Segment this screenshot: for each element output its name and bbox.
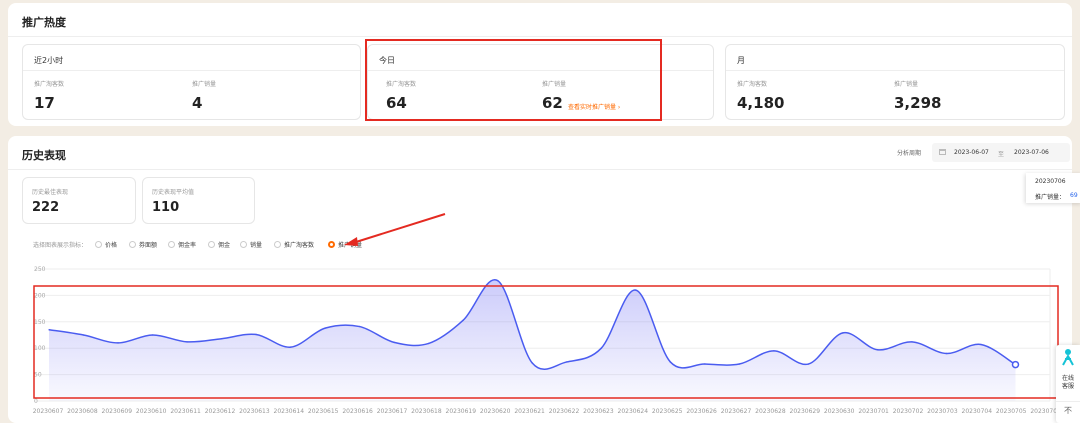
x-tick-label: 20230618 <box>411 408 442 415</box>
x-tick-label: 20230610 <box>136 408 167 415</box>
y-tick-label: 100 <box>34 345 46 352</box>
x-tick-label: 20230705 <box>996 408 1027 415</box>
x-axis: 20230607 20230608 20230609 20230610 20230611… <box>33 408 1061 415</box>
tooltip-date: 20230706 <box>1035 178 1066 185</box>
y-tick-label: 0 <box>34 398 38 405</box>
x-tick-label: 20230629 <box>790 408 821 415</box>
data-point <box>980 343 982 346</box>
x-tick-label: 20230614 <box>274 408 305 415</box>
x-tick-label: 20230607 <box>33 408 64 415</box>
data-point <box>738 363 741 365</box>
x-tick-label: 20230624 <box>618 408 649 415</box>
x-tick-label: 20230701 <box>858 408 889 415</box>
data-point <box>669 361 672 363</box>
data-point <box>876 348 879 351</box>
customer-service-widget[interactable]: 在线 客服 不 <box>1056 345 1080 423</box>
chart-tooltip: 20230706 推广销量： 69 <box>1026 173 1080 203</box>
data-point <box>289 346 292 348</box>
data-point <box>82 334 85 336</box>
x-tick-label: 20230617 <box>377 408 408 415</box>
x-tick-label: 20230616 <box>342 408 373 415</box>
data-point <box>186 341 188 343</box>
data-point <box>531 362 534 364</box>
float-text-service: 客服 <box>1061 383 1074 390</box>
data-point <box>117 342 119 344</box>
annotation-arrow-line <box>355 213 446 243</box>
x-tick-label: 20230615 <box>308 408 339 415</box>
data-point <box>220 337 223 340</box>
float-top-button[interactable]: 不 <box>1056 401 1080 416</box>
x-tick-label: 20230619 <box>446 408 477 415</box>
data-point <box>48 328 50 331</box>
x-tick-label: 20230623 <box>583 408 614 415</box>
customer-service-icon <box>1062 349 1074 366</box>
x-tick-label: 20230622 <box>549 408 580 415</box>
x-tick-label: 20230612 <box>205 408 236 415</box>
x-tick-label: 20230704 <box>962 408 993 415</box>
float-text-online: 在线 <box>1061 375 1074 382</box>
data-point <box>911 341 913 343</box>
sales-area <box>49 279 1016 401</box>
history-chart: 250 200 150 100 50 0 20230607 20230608 20230609… <box>33 213 1061 415</box>
x-tick-label: 20230703 <box>927 408 958 415</box>
x-tick-label: 20230626 <box>686 408 717 415</box>
x-tick-label: 20230625 <box>652 408 683 415</box>
y-tick-label: 150 <box>34 319 46 326</box>
x-tick-label: 20230609 <box>102 408 133 415</box>
tooltip-label: 推广销量： <box>1035 194 1066 201</box>
data-point <box>393 341 395 344</box>
x-tick-label: 20230621 <box>514 408 545 415</box>
data-point <box>358 325 361 328</box>
annotation-arrow-head <box>344 237 358 246</box>
x-tick-label: 20230630 <box>824 408 855 415</box>
data-point <box>427 342 430 345</box>
data-point <box>496 279 499 282</box>
y-tick-label: 50 <box>34 372 42 379</box>
x-tick-label: 20230608 <box>67 408 98 415</box>
x-tick-label: 20230627 <box>721 408 752 415</box>
data-point <box>945 352 948 355</box>
data-point <box>807 363 810 365</box>
x-tick-label: 20230611 <box>170 408 201 415</box>
x-tick-label: 20230613 <box>239 408 270 415</box>
data-point <box>634 289 637 291</box>
x-tick-label: 20230702 <box>893 408 924 415</box>
data-point <box>462 319 465 322</box>
data-point <box>600 347 603 350</box>
data-point <box>704 363 706 365</box>
active-data-point <box>1011 360 1020 369</box>
data-point <box>565 361 568 363</box>
data-point <box>151 334 154 336</box>
x-tick-label: 20230620 <box>480 408 511 415</box>
data-point <box>324 327 326 329</box>
y-tick-label: 200 <box>34 292 46 299</box>
data-point <box>255 333 257 336</box>
data-point <box>773 350 775 352</box>
y-tick-label: 250 <box>34 266 46 273</box>
data-point <box>842 332 844 334</box>
tooltip-value: 69 <box>1070 192 1078 199</box>
y-axis: 250 200 150 100 50 0 <box>34 266 46 405</box>
x-tick-label: 20230628 <box>755 408 786 415</box>
